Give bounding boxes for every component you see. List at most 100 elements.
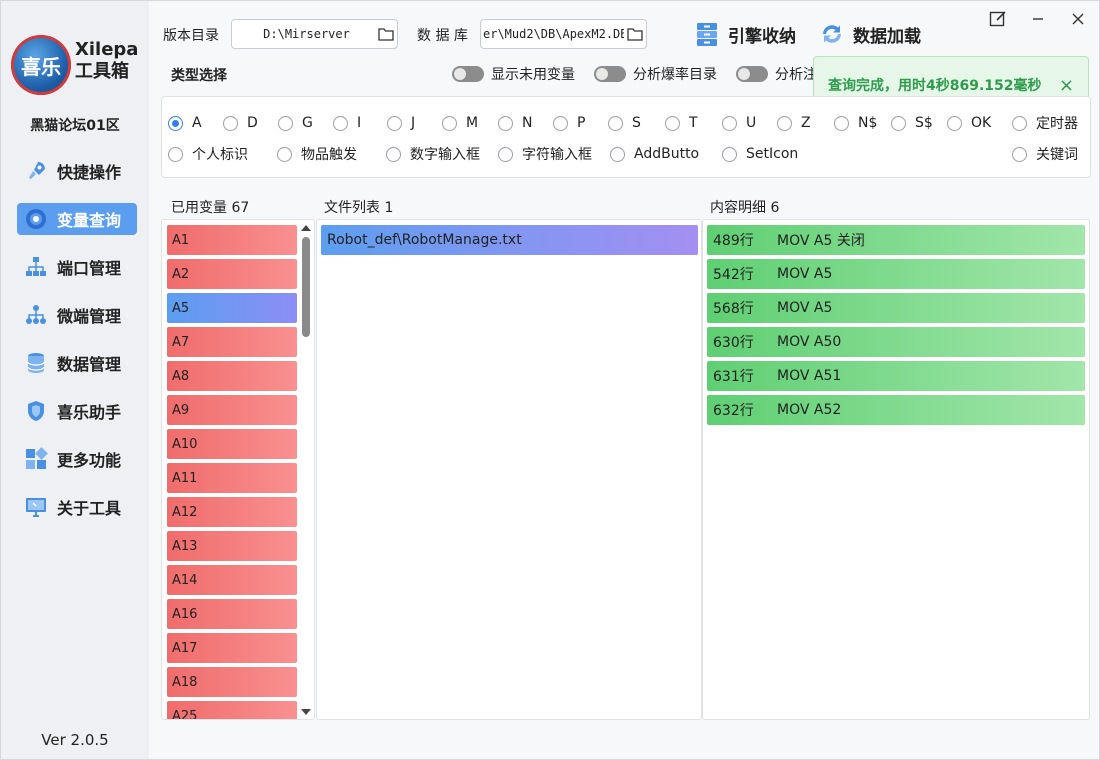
- radio-dot[interactable]: [498, 146, 513, 162]
- toast-close-icon[interactable]: ×: [1059, 75, 1074, 96]
- radio-dot[interactable]: [722, 115, 737, 131]
- edit-icon[interactable]: [986, 7, 1010, 31]
- radio-dot[interactable]: [610, 146, 625, 162]
- radio-dot[interactable]: [891, 115, 906, 131]
- radio-dot[interactable]: [168, 146, 183, 162]
- scroll-down-icon[interactable]: [301, 709, 311, 715]
- sidebar-item-microclient-management[interactable]: 微端管理: [17, 299, 137, 331]
- radio-dot[interactable]: [1012, 146, 1027, 162]
- type-radio-j[interactable]: J: [387, 113, 415, 133]
- toggle-analyze-droprate[interactable]: 分析爆率目录: [594, 64, 717, 84]
- variable-item[interactable]: A12: [167, 497, 297, 527]
- type-radio-p[interactable]: P: [553, 113, 585, 133]
- type-radio-seticon[interactable]: SetIcon: [722, 144, 798, 164]
- variables-scrollbar[interactable]: [300, 223, 312, 717]
- type-radio-t[interactable]: T: [665, 113, 698, 133]
- type-radio-u[interactable]: U: [722, 113, 756, 133]
- radio-label: Z: [801, 115, 811, 131]
- type-radio-s[interactable]: S: [608, 113, 641, 133]
- radio-dot[interactable]: [333, 115, 348, 131]
- type-radio-addbutton[interactable]: AddButto: [610, 144, 699, 164]
- variable-item[interactable]: A16: [167, 599, 297, 629]
- radio-dot[interactable]: [722, 146, 737, 162]
- version-dir-value: D:\Mirserver: [263, 27, 350, 41]
- folder-icon[interactable]: [375, 23, 397, 45]
- variable-item[interactable]: A14: [167, 565, 297, 595]
- radio-dot[interactable]: [1012, 115, 1027, 131]
- sidebar-item-data-management[interactable]: 数据管理: [17, 347, 137, 379]
- sidebar-item-port-management[interactable]: 端口管理: [17, 251, 137, 283]
- radio-dot[interactable]: [278, 115, 293, 131]
- type-radio-i[interactable]: I: [333, 113, 361, 133]
- toggle-label: 分析注: [775, 67, 817, 83]
- toggle-switch[interactable]: [594, 66, 626, 82]
- minimize-icon[interactable]: [1026, 7, 1050, 31]
- radio-dot[interactable]: [553, 115, 568, 131]
- radio-dot[interactable]: [442, 115, 457, 131]
- detail-row[interactable]: 631行 MOV A51: [707, 361, 1085, 391]
- folder-icon[interactable]: [624, 23, 646, 45]
- close-icon[interactable]: [1066, 7, 1090, 31]
- radio-dot[interactable]: [498, 115, 513, 131]
- detail-row[interactable]: 489行 MOV A5 关闭: [707, 225, 1085, 255]
- variable-item[interactable]: A18: [167, 667, 297, 697]
- variable-item[interactable]: A2: [167, 259, 297, 289]
- radio-dot[interactable]: [665, 115, 680, 131]
- version-dir-field[interactable]: D:\Mirserver: [231, 19, 398, 49]
- variable-item[interactable]: A1: [167, 225, 297, 255]
- sidebar-item-quick-ops[interactable]: 快捷操作: [17, 155, 137, 187]
- type-radio-item-trigger[interactable]: 物品触发: [277, 144, 357, 164]
- data-load-button[interactable]: 数据加载: [819, 19, 921, 49]
- type-radio-z[interactable]: Z: [777, 113, 811, 133]
- type-radio-number-input[interactable]: 数字输入框: [386, 144, 480, 164]
- radio-dot[interactable]: [777, 115, 792, 131]
- type-radio-text-input[interactable]: 字符输入框: [498, 144, 592, 164]
- variable-item[interactable]: A11: [167, 463, 297, 493]
- radio-dot[interactable]: [223, 115, 238, 131]
- type-radio-a[interactable]: A: [168, 113, 202, 133]
- sidebar-item-more-features[interactable]: 更多功能: [17, 443, 137, 475]
- type-radio-g[interactable]: G: [278, 113, 313, 133]
- radio-dot[interactable]: [608, 115, 623, 131]
- radio-dot[interactable]: [834, 115, 849, 131]
- sidebar-item-assistant[interactable]: 喜乐助手: [17, 395, 137, 427]
- sidebar-item-variable-query[interactable]: 变量查询: [17, 203, 137, 235]
- type-radio-s-dollar[interactable]: S$: [891, 113, 933, 133]
- detail-row[interactable]: 568行 MOV A5: [707, 293, 1085, 323]
- type-radio-ok[interactable]: OK: [947, 113, 991, 133]
- radio-dot[interactable]: [386, 146, 401, 162]
- variable-item[interactable]: A17: [167, 633, 297, 663]
- detail-row[interactable]: 542行 MOV A5: [707, 259, 1085, 289]
- content-detail-panel: 489行 MOV A5 关闭 542行 MOV A5 568行 MOV A5 630行…: [702, 219, 1090, 720]
- type-radio-n[interactable]: N: [498, 113, 532, 133]
- variable-item-selected[interactable]: A5: [167, 293, 297, 323]
- type-radio-m[interactable]: M: [442, 113, 478, 133]
- type-radio-keyword[interactable]: 关键词: [1012, 144, 1078, 164]
- variable-item[interactable]: A25: [167, 701, 297, 719]
- radio-dot[interactable]: [947, 115, 962, 131]
- radio-dot[interactable]: [387, 115, 402, 131]
- detail-row[interactable]: 630行 MOV A50: [707, 327, 1085, 357]
- type-radio-timer[interactable]: 定时器: [1012, 113, 1078, 133]
- variable-item[interactable]: A8: [167, 361, 297, 391]
- variable-item[interactable]: A7: [167, 327, 297, 357]
- variable-item[interactable]: A9: [167, 395, 297, 425]
- scroll-thumb[interactable]: [302, 237, 310, 337]
- variable-item[interactable]: A13: [167, 531, 297, 561]
- file-item[interactable]: Robot_def\RobotManage.txt: [321, 225, 698, 255]
- toggle-switch[interactable]: [736, 66, 768, 82]
- toggle-switch[interactable]: [452, 66, 484, 82]
- toggle-show-unused[interactable]: 显示未用变量: [452, 64, 575, 84]
- radio-dot[interactable]: [277, 146, 292, 162]
- variable-item[interactable]: A10: [167, 429, 297, 459]
- type-radio-d[interactable]: D: [223, 113, 258, 133]
- toggle-analyze-comment[interactable]: 分析注: [736, 64, 817, 84]
- radio-dot[interactable]: [168, 115, 183, 131]
- detail-row[interactable]: 632行 MOV A52: [707, 395, 1085, 425]
- type-radio-personal-id[interactable]: 个人标识: [168, 144, 248, 164]
- scroll-up-icon[interactable]: [301, 225, 311, 231]
- engine-storage-button[interactable]: 引擎收纳: [694, 19, 796, 49]
- type-radio-n-dollar[interactable]: N$: [834, 113, 877, 133]
- sidebar-item-about[interactable]: 关于工具: [17, 491, 137, 523]
- database-field[interactable]: er\Mud2\DB\ApexM2.DB: [480, 19, 647, 49]
